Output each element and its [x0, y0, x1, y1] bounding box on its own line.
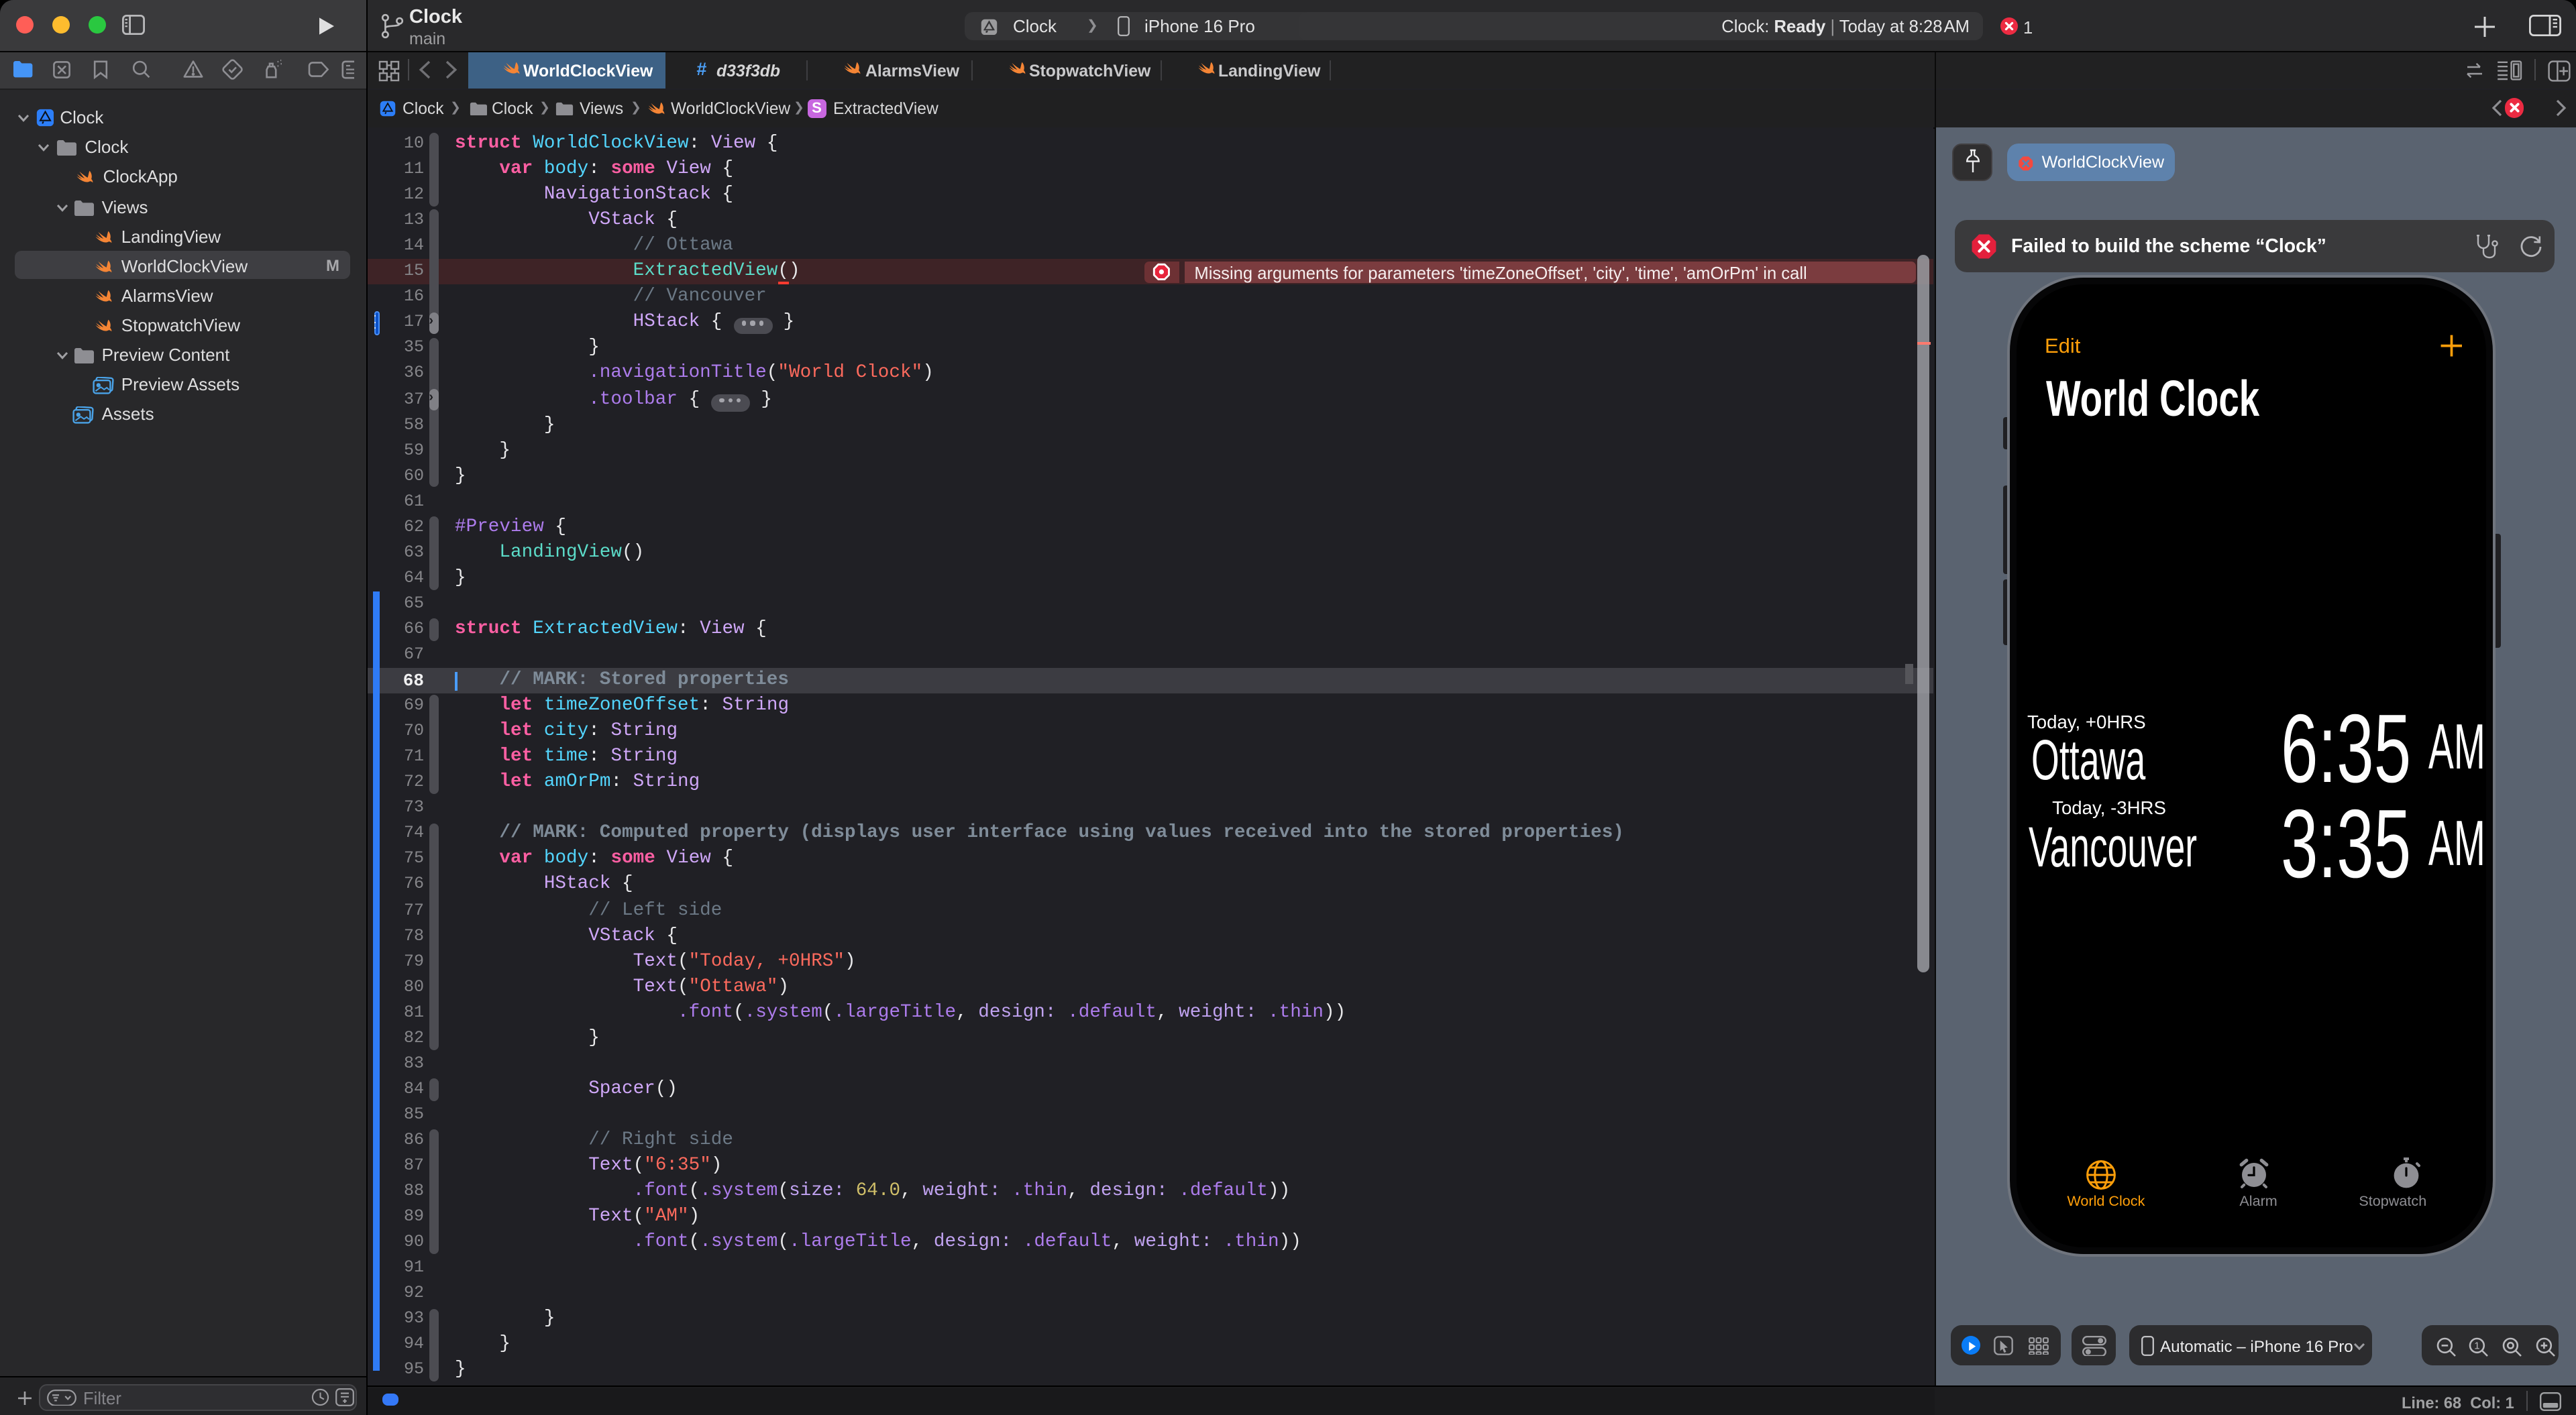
svg-text:1: 1 — [2475, 1340, 2480, 1351]
